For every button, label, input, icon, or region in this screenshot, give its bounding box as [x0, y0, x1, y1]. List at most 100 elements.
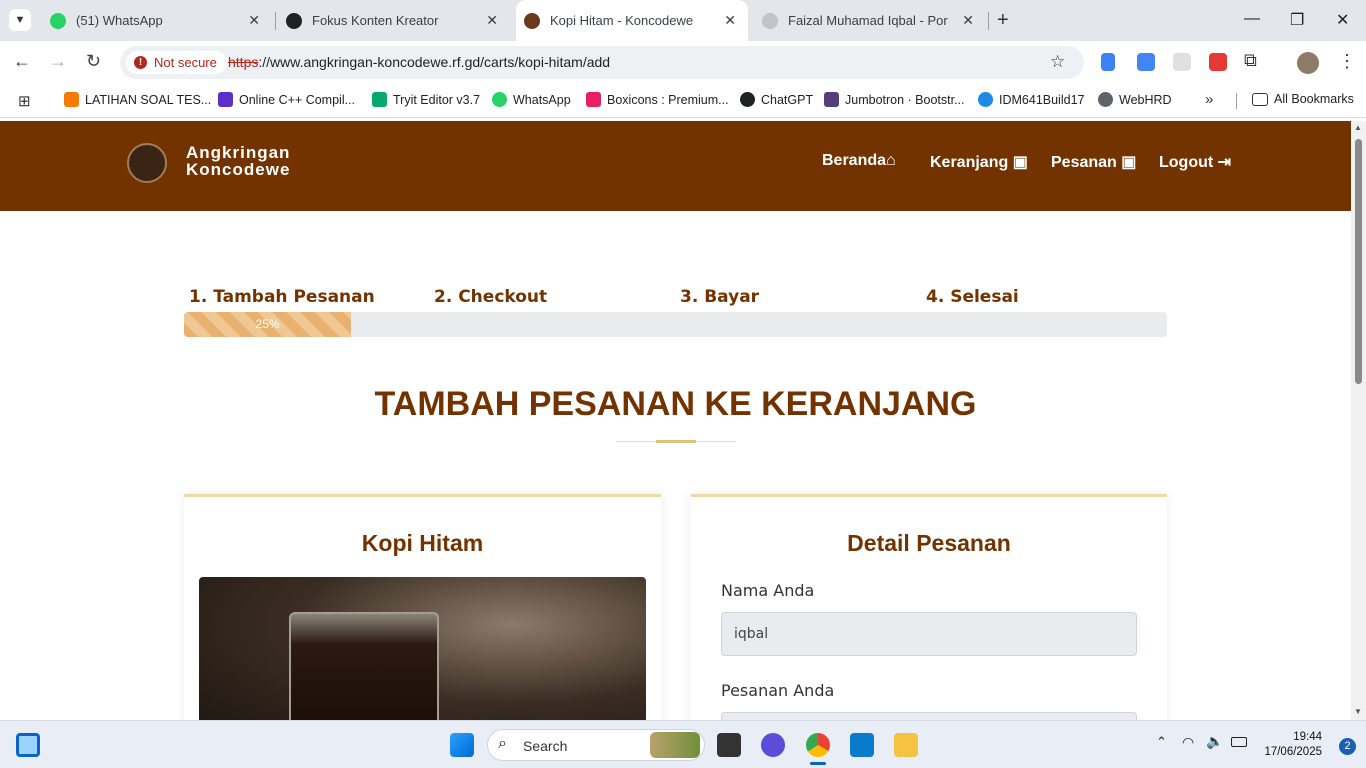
scroll-down-arrow[interactable]: ▼: [1354, 707, 1362, 716]
plus-icon: +: [997, 9, 1009, 31]
task-view-icon[interactable]: [717, 733, 741, 757]
more-bookmarks-button[interactable]: »: [1205, 91, 1213, 108]
minimize-button[interactable]: —: [1244, 10, 1260, 28]
windows-taskbar: ⌕ Search ⌃ ◠ 🔈 19:44 17/06/2025 2: [0, 720, 1366, 768]
forward-button[interactable]: →: [49, 51, 67, 72]
clock-date: 17/06/2025: [1264, 746, 1322, 758]
active-app-indicator: [810, 762, 826, 765]
file-explorer-icon[interactable]: [894, 733, 918, 757]
browser-tab-strip: ▼ (51) WhatsApp ✕ Fokus Konten Kreator ✕…: [0, 0, 1366, 41]
idm-icon: [978, 92, 993, 107]
search-highlight-image: [650, 732, 700, 758]
arrow-left-icon: ←: [13, 51, 31, 71]
blogger-icon: [64, 92, 79, 107]
close-icon[interactable]: ✕: [962, 12, 974, 29]
nav-label: Logout: [1159, 154, 1214, 171]
restore-button[interactable]: ❐: [1290, 10, 1304, 30]
bookmark-item[interactable]: Tryit Editor v3.7: [372, 92, 480, 107]
tab-fokus-konten[interactable]: Fokus Konten Kreator ✕: [278, 0, 510, 41]
vscode-icon[interactable]: [850, 733, 874, 757]
security-chip[interactable]: ! Not secure: [126, 51, 227, 74]
site-brand[interactable]: Angkringan Koncodewe: [186, 144, 290, 178]
close-icon[interactable]: ✕: [486, 12, 498, 29]
restore-icon: ❐: [1290, 12, 1305, 29]
close-window-button[interactable]: ✕: [1336, 10, 1349, 30]
security-label: Not secure: [154, 55, 217, 70]
extensions-button[interactable]: ⧉: [1244, 50, 1257, 71]
extension-icon[interactable]: [1101, 53, 1115, 71]
order-label: Pesanan Anda: [721, 681, 835, 700]
bookmark-item[interactable]: Online C++ Compil...: [218, 92, 355, 107]
page-scrollbar[interactable]: ▲ ▼: [1351, 121, 1366, 720]
chrome-icon[interactable]: [806, 733, 830, 757]
wifi-icon[interactable]: ◠: [1182, 734, 1194, 751]
google-translate-icon[interactable]: [1137, 53, 1155, 71]
name-field[interactable]: iqbal: [721, 612, 1137, 656]
step-4: 4. Selesai: [926, 287, 1019, 307]
minimize-icon: —: [1244, 10, 1260, 27]
tab-portofolio[interactable]: Faizal Muhamad Iqbal - Portofo ✕: [754, 0, 986, 41]
bookmark-item[interactable]: Boxicons : Premium...: [586, 92, 729, 107]
compiler-icon: [218, 92, 233, 107]
order-field[interactable]: [721, 712, 1137, 720]
bookmark-item[interactable]: ChatGPT: [740, 92, 813, 107]
tab-search-button[interactable]: ▼: [9, 9, 31, 31]
close-icon[interactable]: ✕: [724, 12, 736, 29]
browser-toolbar: ← → ↻ ! Not secure https://www.angkringa…: [0, 41, 1366, 84]
new-tab-button[interactable]: +: [997, 9, 1009, 32]
step-2: 2. Checkout: [434, 287, 548, 307]
bookmark-item[interactable]: WhatsApp: [492, 92, 571, 107]
tab-kopi-hitam[interactable]: Kopi Hitam - Koncodewe ✕: [516, 0, 748, 41]
folder-icon: [1252, 92, 1268, 106]
scrollbar-thumb[interactable]: [1355, 139, 1362, 384]
menu-button[interactable]: ⋮: [1338, 51, 1356, 72]
nav-keranjang[interactable]: Keranjang ▣: [930, 152, 1028, 172]
back-button[interactable]: ←: [13, 51, 31, 72]
globe-icon: [1098, 92, 1113, 107]
clock-time: 19:44: [1293, 731, 1322, 743]
widgets-icon[interactable]: [16, 733, 40, 757]
meet-icon[interactable]: [761, 733, 785, 757]
bookmark-item[interactable]: IDM641Build17: [978, 92, 1084, 107]
extension-icon[interactable]: [1209, 53, 1227, 71]
chevron-down-icon: ▼: [14, 14, 26, 26]
apps-button[interactable]: ⊞: [18, 92, 31, 110]
chevron-up-icon[interactable]: ⌃: [1156, 734, 1167, 750]
start-icon[interactable]: [450, 733, 474, 757]
bookmark-item[interactable]: WebHRD: [1098, 92, 1172, 107]
tab-divider: [275, 12, 276, 30]
site-logo[interactable]: [127, 143, 167, 183]
nav-logout[interactable]: Logout ⇥: [1159, 152, 1231, 172]
page-viewport: Angkringan Koncodewe Beranda⌂ Keranjang …: [0, 121, 1351, 720]
whatsapp-icon: [50, 12, 66, 29]
apps-grid-icon: ⊞: [18, 93, 31, 110]
profile-avatar[interactable]: [1297, 52, 1319, 74]
bookmark-label: ChatGPT: [761, 92, 814, 107]
reload-button[interactable]: ↻: [86, 51, 101, 72]
nav-pesanan[interactable]: Pesanan ▣: [1051, 152, 1136, 172]
scroll-up-arrow[interactable]: ▲: [1354, 123, 1362, 132]
extension-icon[interactable]: [1173, 53, 1191, 71]
reload-icon: ↻: [86, 51, 102, 71]
volume-icon[interactable]: 🔈: [1206, 733, 1223, 750]
url-text[interactable]: https://www.angkringan-koncodewe.rf.gd/c…: [228, 54, 610, 70]
all-bookmarks-button[interactable]: All Bookmarks: [1252, 92, 1354, 106]
bookmark-star-button[interactable]: ☆: [1050, 52, 1065, 72]
battery-icon[interactable]: [1231, 737, 1247, 747]
notification-badge[interactable]: 2: [1339, 738, 1356, 755]
coffee-glass-image: [289, 612, 439, 720]
bookmark-label: Jumbotron · Bootstr...: [845, 92, 965, 107]
close-icon[interactable]: ✕: [248, 12, 260, 29]
tab-whatsapp[interactable]: (51) WhatsApp ✕: [40, 0, 272, 41]
detail-title: Detail Pesanan: [847, 530, 1011, 556]
bookmark-item[interactable]: LATIHAN SOAL TES...: [64, 92, 211, 107]
address-bar[interactable]: ! Not secure https://www.angkringan-konc…: [120, 46, 1084, 79]
shopping-bag-icon: ▣: [1012, 154, 1028, 171]
brand-line-2: Koncodewe: [186, 160, 291, 179]
taskbar-clock[interactable]: 19:44 17/06/2025: [1264, 730, 1322, 760]
name-label: Nama Anda: [721, 581, 815, 600]
taskbar-search[interactable]: ⌕ Search: [487, 729, 705, 761]
warning-icon: !: [134, 56, 147, 69]
bookmark-item[interactable]: Jumbotron · Bootstr...: [824, 92, 965, 107]
nav-beranda[interactable]: Beranda⌂: [822, 152, 896, 170]
